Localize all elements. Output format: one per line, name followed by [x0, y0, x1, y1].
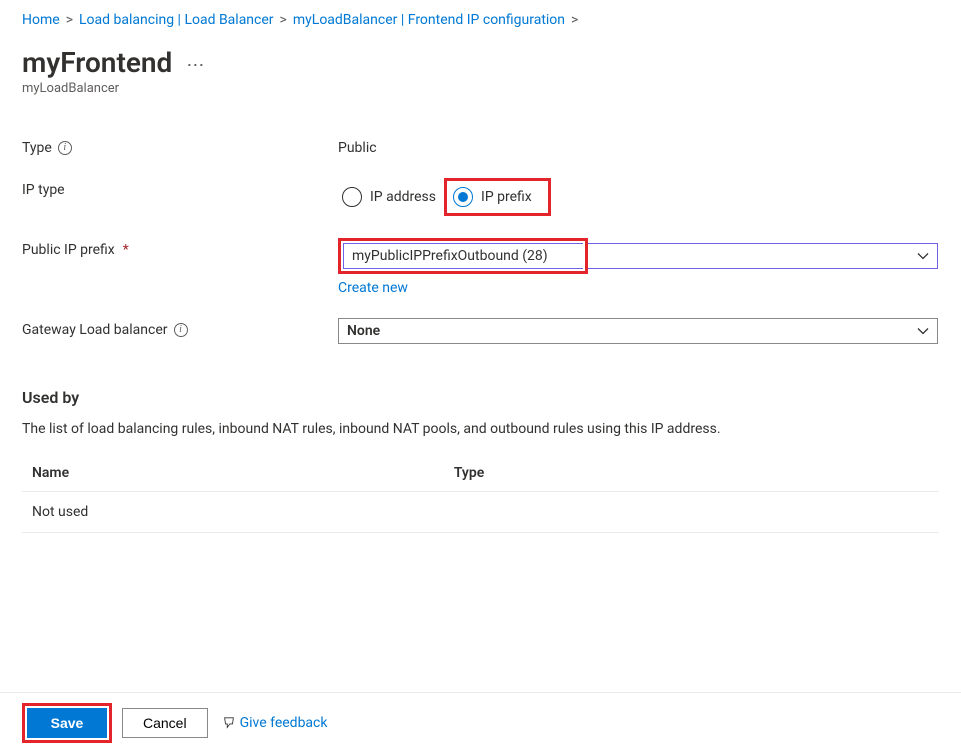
breadcrumb-load-balancing[interactable]: Load balancing | Load Balancer [79, 12, 274, 28]
public-ip-prefix-value: myPublicIPPrefixOutbound (28) [352, 248, 548, 264]
give-feedback-link[interactable]: Give feedback [222, 715, 328, 731]
ip-type-radio-group: IP address IP prefix [338, 178, 939, 216]
used-by-table: Name Type Not used [22, 455, 939, 533]
page-subtitle: myLoadBalancer [22, 81, 939, 96]
gateway-lb-select[interactable]: None [338, 318, 938, 344]
cancel-button[interactable]: Cancel [122, 708, 208, 738]
breadcrumb-separator: > [280, 12, 287, 28]
public-ip-prefix-select-extension[interactable] [588, 243, 938, 269]
more-actions-button[interactable]: ⋯ [186, 51, 205, 75]
gateway-lb-label: Gateway Load balancer [22, 322, 168, 338]
used-by-description: The list of load balancing rules, inboun… [22, 421, 939, 437]
public-ip-prefix-label: Public IP prefix [22, 242, 115, 258]
footer-bar: Save Cancel Give feedback [0, 692, 961, 743]
cell-type [444, 492, 939, 533]
breadcrumb-home[interactable]: Home [22, 12, 60, 28]
radio-label: IP prefix [481, 189, 532, 205]
type-label: Type [22, 140, 52, 156]
ip-type-radio-ip-address[interactable]: IP address [338, 183, 444, 211]
chevron-down-icon [917, 325, 929, 337]
info-icon[interactable]: i [174, 323, 188, 337]
breadcrumb-frontend-ip-config[interactable]: myLoadBalancer | Frontend IP configurati… [293, 12, 565, 28]
table-row: Not used [22, 492, 939, 533]
create-new-link[interactable]: Create new [338, 280, 408, 296]
chevron-down-icon [917, 250, 929, 262]
radio-icon [342, 187, 362, 207]
give-feedback-label: Give feedback [240, 715, 328, 731]
column-header-type[interactable]: Type [444, 455, 939, 492]
save-button[interactable]: Save [27, 708, 107, 738]
radio-icon [453, 187, 473, 207]
gateway-lb-value: None [347, 323, 380, 339]
used-by-heading: Used by [22, 388, 939, 407]
public-ip-prefix-select[interactable]: myPublicIPPrefixOutbound (28) [343, 243, 583, 269]
page-title: myFrontend [22, 46, 172, 79]
required-indicator: * [123, 242, 129, 258]
info-icon[interactable]: i [58, 141, 72, 155]
ip-type-label: IP type [22, 182, 65, 198]
breadcrumb-separator: > [66, 12, 73, 28]
breadcrumb-separator: > [571, 12, 578, 28]
type-value: Public [338, 136, 939, 156]
feedback-icon [222, 716, 236, 730]
radio-label: IP address [370, 189, 436, 205]
column-header-name[interactable]: Name [22, 455, 444, 492]
breadcrumb: Home > Load balancing | Load Balancer > … [22, 12, 939, 28]
cell-name: Not used [22, 492, 444, 533]
ip-type-radio-ip-prefix[interactable]: IP prefix [449, 183, 540, 211]
